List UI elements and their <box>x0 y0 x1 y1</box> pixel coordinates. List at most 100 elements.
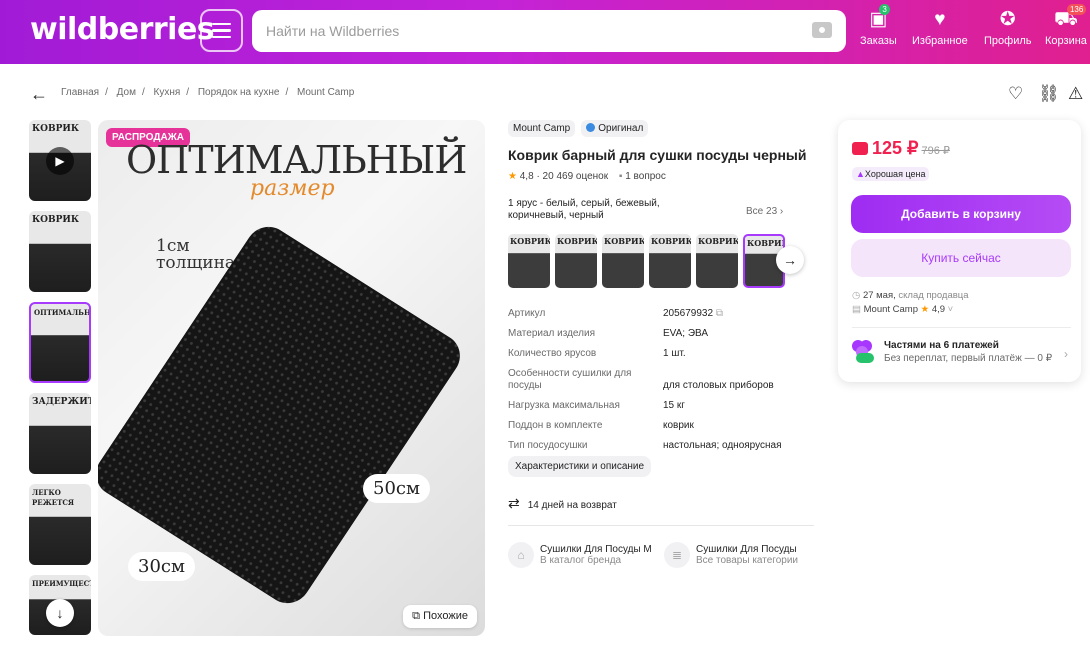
spec-row: Количество ярусов 1 шт. <box>508 348 808 360</box>
good-price-label: Хорошая цена <box>864 169 926 179</box>
stack-icon: ≣ <box>664 542 690 568</box>
thumbnail-3[interactable]: ОПТИМАЛЬНЫЙ <box>29 302 91 383</box>
crumb-kitchen[interactable]: Кухня <box>154 87 181 98</box>
wallet-icon <box>852 142 868 155</box>
search-input[interactable] <box>266 10 786 52</box>
nav-favorites[interactable]: ♥ Избранное <box>912 8 968 48</box>
divider <box>508 525 814 526</box>
thumbnail-text: ЗАДЕРЖИТ <box>32 397 91 407</box>
thumbnail-1[interactable]: КОВРИК ▶ <box>29 120 91 201</box>
crumb-home-category[interactable]: Дом <box>117 87 136 98</box>
logo[interactable]: wildberries <box>30 12 215 47</box>
spec-key: Артикул <box>508 308 546 319</box>
variant-list: КОВРИК КОВРИК КОВРИК КОВРИК КОВРИК КОВРИ… <box>508 234 785 288</box>
installments-sub: Без переплат, первый платёж — 0 ₽ <box>884 353 1053 364</box>
similar-icon: ⧉ <box>412 610 424 622</box>
thumbnail-text: КОВРИК <box>32 124 80 134</box>
spec-row: Артикул 205679932 ⧉ <box>508 308 808 320</box>
variant-2[interactable]: КОВРИК <box>555 234 597 288</box>
crumb-sep: / <box>141 87 145 98</box>
crumb-sep: / <box>105 87 108 98</box>
category-link[interactable]: ≣ Сушилки Для Посуды Все товары категории <box>664 542 812 568</box>
spec-row: Особенности сушилки для посуды для столов… <box>508 368 808 392</box>
thumbnail-text: ЛЕГКО РЕЖЕТСЯ <box>32 488 75 507</box>
thumbnail-2[interactable]: КОВРИК <box>29 211 91 292</box>
thumbnail-5[interactable]: ЛЕГКО РЕЖЕТСЯ <box>29 484 91 565</box>
delivery-source: склад продавца <box>898 290 969 301</box>
camera-search-icon[interactable] <box>812 22 832 38</box>
original-chip[interactable]: Оригинал <box>581 120 649 137</box>
play-icon[interactable]: ▶ <box>46 147 74 175</box>
spec-value: EVA; ЭВА <box>663 328 709 339</box>
chevron-right-icon: › <box>1064 347 1068 361</box>
product-info: Mount Camp Оригинал Коврик барный для су… <box>508 120 818 568</box>
variants-next-icon[interactable]: → <box>776 246 804 274</box>
spec-row: Поддон в комплекте коврик <box>508 420 808 432</box>
chevron-down-icon: ˅ <box>945 304 954 315</box>
product-title: Коврик барный для сушки посуды черный <box>508 147 807 163</box>
seller-row[interactable]: ▤ Mount Camp ★ 4,9 ˅ <box>852 303 969 317</box>
similar-label: Похожие <box>423 610 468 622</box>
spec-table: Артикул 205679932 ⧉ Материал изделия EVA; … <box>508 308 808 460</box>
report-icon[interactable]: ⚠ <box>1068 84 1083 104</box>
shop-icon: ▤ <box>852 304 864 315</box>
variant-text: КОВРИК <box>698 236 738 246</box>
brand-catalog-link[interactable]: ⌂ Сушилки Для Посуды Mount CampВ каталог… <box>508 542 656 568</box>
brand-catalog-title: Сушилки Для Посуды Mount Camp <box>540 544 652 555</box>
spec-key: Поддон в комплекте <box>508 420 603 431</box>
spec-key: Тип посудосушки <box>508 440 588 451</box>
variant-text: КОВРИК <box>510 236 550 246</box>
return-arrows-icon: ⇄ <box>508 495 520 511</box>
variant-3[interactable]: КОВРИК <box>602 234 644 288</box>
spec-row: Тип посудосушки настольная; одноярусная <box>508 440 808 452</box>
installments-title: Частями на 6 платежей <box>884 340 999 351</box>
variant-text: КОВРИК <box>747 238 785 248</box>
crumb-sep: / <box>285 87 289 98</box>
similar-button[interactable]: ⧉ Похожие <box>403 605 477 628</box>
menu-button[interactable] <box>200 9 243 52</box>
copy-icon[interactable]: ⧉ <box>716 308 723 319</box>
star-icon: ★ <box>508 171 517 182</box>
installments-icon <box>852 338 876 366</box>
main-product-image[interactable]: РАСПРОДАЖА ОПТИМАЛЬНЫЙ размер 1см толщина… <box>98 120 485 636</box>
crumb-brand[interactable]: Mount Camp <box>297 87 354 98</box>
nav-cart-label: Корзина <box>1045 35 1087 47</box>
nav-orders[interactable]: ▣ 3 Заказы <box>860 4 897 47</box>
all-variants-label: Все 23 <box>746 206 778 217</box>
rating-row[interactable]: ★ 4,8 · 20 469 оценок ▪ 1 вопрос <box>508 171 818 182</box>
spec-value: коврик <box>663 420 694 431</box>
good-price-badge: ▲Хорошая цена <box>852 167 930 181</box>
thumbnail-6[interactable]: ПРЕИМУЩЕСТВА ↓ <box>29 575 91 635</box>
profile-icon: ✪ <box>999 8 1016 30</box>
variant-1[interactable]: КОВРИК <box>508 234 550 288</box>
spec-row: Материал изделия EVA; ЭВА <box>508 328 808 340</box>
back-arrow-icon[interactable]: ← <box>30 84 48 105</box>
favorite-heart-icon[interactable]: ♡ <box>1008 84 1023 104</box>
brand-chip[interactable]: Mount Camp <box>508 120 576 137</box>
nav-cart[interactable]: ⛟ 136 Корзина <box>1045 4 1087 47</box>
all-variants-link[interactable]: Все 23 › <box>746 206 783 217</box>
question-icon: ▪ <box>618 171 623 182</box>
original-label: Оригинал <box>598 123 644 134</box>
share-link-icon[interactable]: ⛓ <box>1038 84 1060 104</box>
scroll-down-icon[interactable]: ↓ <box>46 599 74 627</box>
spec-value: 1 шт. <box>663 348 686 359</box>
buy-now-button[interactable]: Купить сейчас <box>851 239 1071 277</box>
variant-4[interactable]: КОВРИК <box>649 234 691 288</box>
check-icon <box>586 123 596 132</box>
delivery-info: ◷ 27 мая, склад продавца ▤ Mount Camp ★ … <box>852 289 969 317</box>
installments-row[interactable]: Частями на 6 платежей Без переплат, первы… <box>852 338 1068 366</box>
price-old: 796 ₽ <box>921 145 950 157</box>
crumb-sep: / <box>186 87 190 98</box>
category-title: Сушилки Для Посуды <box>696 544 797 555</box>
nav-profile[interactable]: ✪ Профиль <box>984 8 1032 48</box>
crumb-home[interactable]: Главная <box>61 87 99 98</box>
add-to-cart-button[interactable]: Добавить в корзину <box>851 195 1071 233</box>
specs-description-button[interactable]: Характеристики и описание <box>508 456 652 477</box>
variant-color-text: 1 ярус - белый, серый, бежевый, коричнев… <box>508 198 660 221</box>
crumb-order[interactable]: Порядок на кухне <box>198 87 280 98</box>
thumbnail-4[interactable]: ЗАДЕРЖИТ <box>29 393 91 474</box>
variant-5[interactable]: КОВРИК <box>696 234 738 288</box>
breadcrumb: Главная / Дом / Кухня / Порядок на кухне / M… <box>61 87 360 98</box>
questions-count: 1 вопрос <box>625 171 666 182</box>
